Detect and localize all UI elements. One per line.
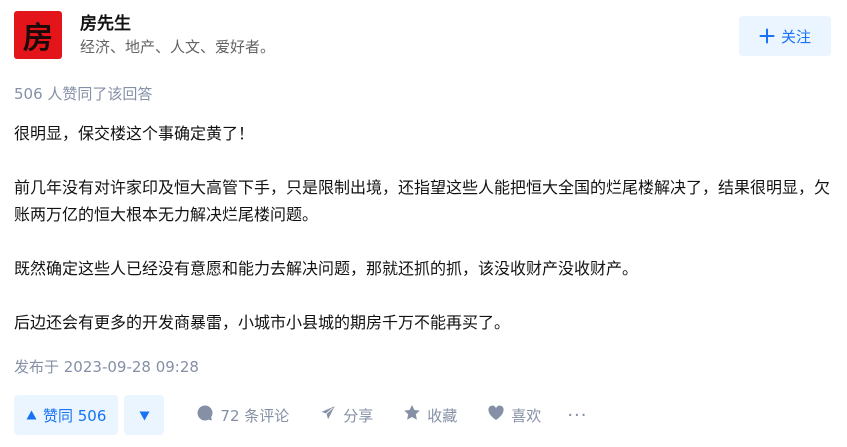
avatar-text: 房 xyxy=(23,21,53,56)
comment-icon xyxy=(196,404,214,426)
downvote-triangle-icon xyxy=(139,406,150,425)
plus-icon xyxy=(759,28,775,44)
comments-label: 72 条评论 xyxy=(220,406,290,425)
comments-button[interactable]: 72 条评论 xyxy=(196,404,289,426)
share-icon xyxy=(319,404,337,426)
author-bio: 经济、地产、人文、爱好者。 xyxy=(80,38,276,56)
star-icon xyxy=(403,404,421,426)
publish-time[interactable]: 发布于 2023-09-28 09:28 xyxy=(14,356,199,377)
author-name[interactable]: 房先生 xyxy=(80,9,131,34)
favorite-button[interactable]: 收藏 xyxy=(403,404,457,426)
upvote-button[interactable]: 赞同 506 xyxy=(14,395,119,435)
follow-button[interactable]: 关注 xyxy=(739,16,831,56)
upvote-triangle-icon xyxy=(26,406,37,424)
downvote-button[interactable] xyxy=(124,395,165,435)
action-bar: 赞同 506 72 条评论 分享 收藏 喜欢 ··· xyxy=(14,395,587,435)
follow-label: 关注 xyxy=(780,27,811,46)
avatar[interactable]: 房 xyxy=(14,11,62,59)
like-button[interactable]: 喜欢 xyxy=(487,404,541,426)
answer-content: 很明显，保交楼这个事确定黄了！ 前几年没有对许家印及恒大高管下手，只是限制出境，… xyxy=(14,120,832,336)
content-paragraph: 很明显，保交楼这个事确定黄了！ xyxy=(14,124,255,143)
share-label: 分享 xyxy=(343,406,374,425)
like-label: 喜欢 xyxy=(511,406,542,425)
content-paragraph: 既然确定这些人已经没有意愿和能力去解决问题，那就还抓的抓，该没收财产没收财产。 xyxy=(14,259,639,278)
vote-summary: 506 人赞同了该回答 xyxy=(14,85,153,103)
upvote-label: 赞同 506 xyxy=(43,406,107,425)
more-icon[interactable]: ··· xyxy=(567,405,587,426)
share-button[interactable]: 分享 xyxy=(319,404,373,426)
favorite-label: 收藏 xyxy=(427,406,458,425)
content-paragraph: 后边还会有更多的开发商暴雷，小城市小县城的期房千万不能再买了。 xyxy=(14,313,511,332)
heart-icon xyxy=(487,404,505,426)
content-paragraph: 前几年没有对许家印及恒大高管下手，只是限制出境，还指望这些人能把恒大全国的烂尾楼… xyxy=(14,178,831,224)
